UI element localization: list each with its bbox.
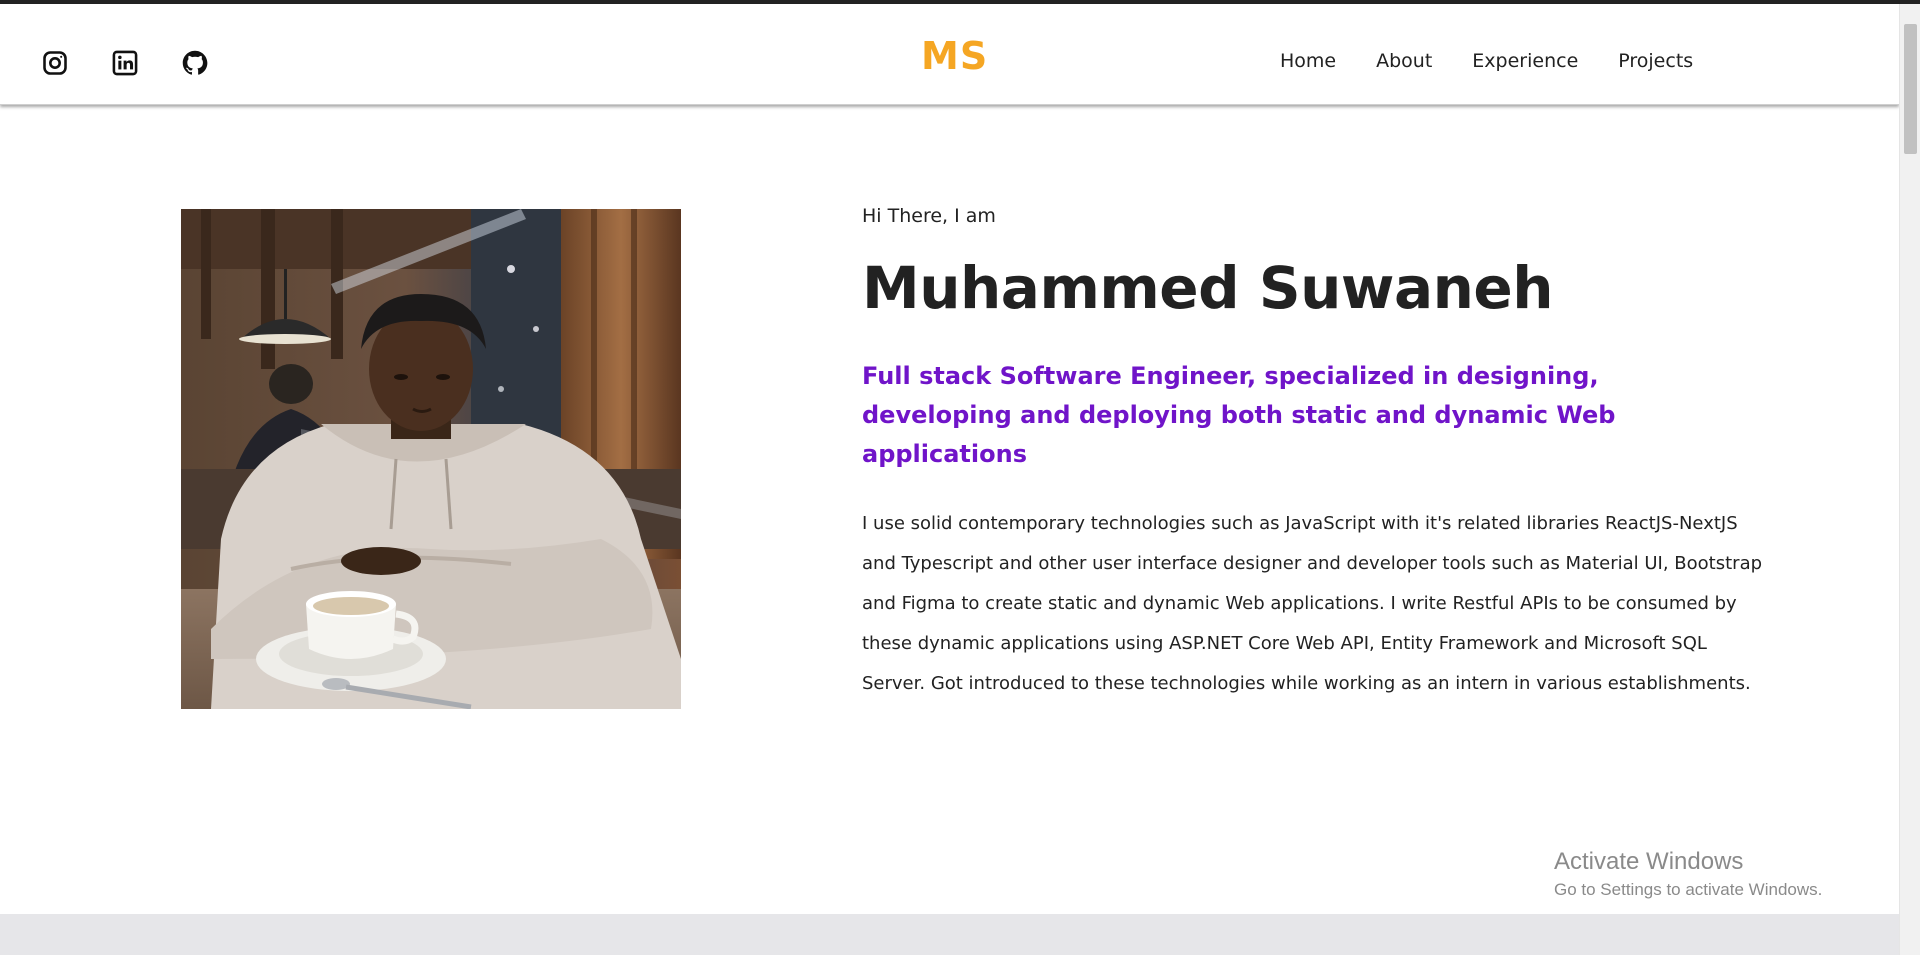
nav-experience[interactable]: Experience	[1472, 50, 1578, 72]
hero-section: Hi There, I am Muhammed Suwaneh Full sta…	[0, 105, 1899, 915]
nav-projects[interactable]: Projects	[1618, 50, 1693, 72]
main-nav: Home About Experience Projects	[1280, 50, 1693, 72]
viewport: MS Home About Experience Projects Hi The…	[0, 0, 1920, 955]
hero-greeting: Hi There, I am	[862, 205, 996, 227]
github-icon	[182, 50, 208, 75]
page-scrollbar[interactable]	[1899, 4, 1920, 955]
hero-text: Hi There, I am Muhammed Suwaneh Full sta…	[862, 205, 1772, 704]
instagram-link[interactable]	[40, 48, 70, 78]
watermark-subtitle: Go to Settings to activate Windows.	[1554, 880, 1823, 899]
hero-tagline: Full stack Software Engineer, specialize…	[862, 361, 1616, 468]
nav-about[interactable]: About	[1376, 50, 1432, 72]
watermark-title: Activate Windows	[1554, 848, 1744, 875]
nav-home[interactable]: Home	[1280, 50, 1336, 72]
linkedin-link[interactable]	[110, 48, 140, 78]
hero-bio: I use solid contemporary technologies su…	[862, 512, 1763, 694]
social-links	[40, 48, 210, 78]
scrollbar-thumb[interactable]	[1904, 24, 1917, 154]
navbar: MS Home About Experience Projects	[0, 4, 1899, 105]
site-logo[interactable]: MS	[921, 34, 988, 78]
windows-activation-watermark: Activate Windows Go to Settings to activ…	[1554, 848, 1822, 900]
profile-photo-illustration	[181, 209, 681, 709]
profile-photo	[181, 209, 681, 709]
next-section-band	[0, 914, 1899, 955]
hero-name: Muhammed Suwaneh	[862, 254, 1554, 322]
github-link[interactable]	[180, 48, 210, 78]
linkedin-icon	[112, 50, 138, 76]
instagram-icon	[43, 51, 67, 75]
